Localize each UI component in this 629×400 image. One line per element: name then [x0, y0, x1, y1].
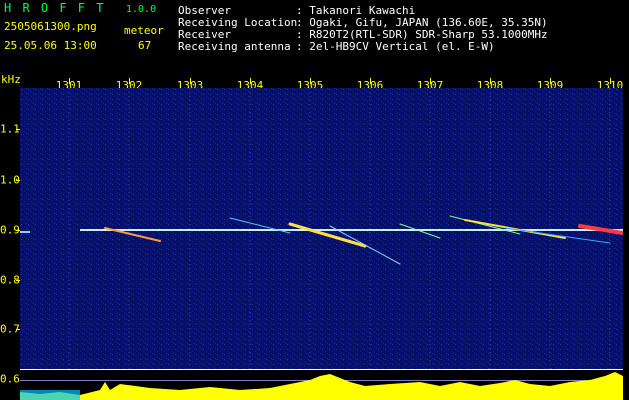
- x-tick: [69, 78, 70, 84]
- app-title: H R O F F T: [4, 2, 105, 14]
- histogram-left-band: [20, 390, 80, 400]
- y-tick: [16, 280, 20, 281]
- y-tick: [16, 180, 20, 181]
- detector-label: meteor: [124, 25, 164, 37]
- x-tick: [250, 78, 251, 84]
- meteor-count: 67: [138, 40, 151, 52]
- signal-level-histogram: [20, 370, 623, 400]
- x-tick: [610, 78, 611, 84]
- axis-unit: kHz: [1, 74, 21, 86]
- histogram-canvas: [20, 370, 623, 400]
- antenna-value: : 2el-HB9CV Vertical (el. E-W): [296, 41, 495, 53]
- x-tick: [190, 78, 191, 84]
- x-tick: [310, 78, 311, 84]
- filename: 2505061300.png: [4, 21, 97, 33]
- y-tick-label: 0.6: [0, 373, 20, 386]
- x-tick: [129, 78, 130, 84]
- app-version: 1.0.0: [126, 4, 156, 16]
- spectrogram-canvas: [20, 88, 623, 369]
- datetime: 25.05.06 13:00: [4, 40, 97, 52]
- antenna-label: Receiving antenna: [178, 41, 291, 53]
- spectrogram: [20, 88, 623, 369]
- histogram-fill: [20, 372, 623, 400]
- x-tick: [430, 78, 431, 84]
- y-tick: [16, 329, 20, 330]
- x-tick: [490, 78, 491, 84]
- y-tick: [16, 230, 20, 231]
- hrofft-viewer: H R O F F T 1.0.0 2505061300.png meteor …: [0, 0, 629, 400]
- x-tick: [550, 78, 551, 84]
- x-tick: [370, 78, 371, 84]
- y-tick: [16, 129, 20, 130]
